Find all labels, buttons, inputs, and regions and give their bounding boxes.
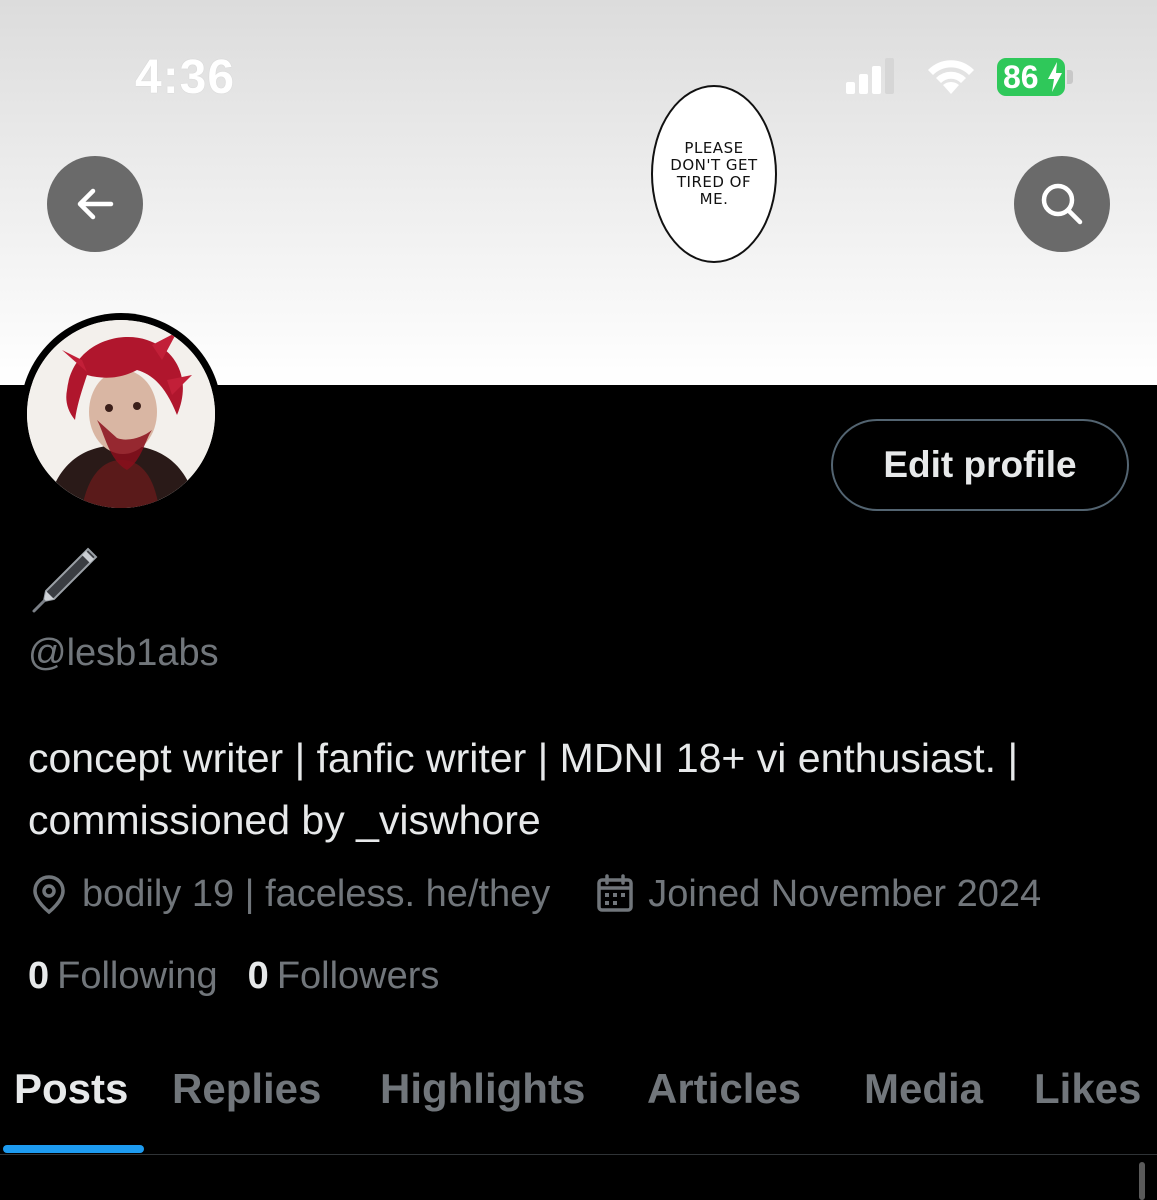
cellular-signal-icon [846, 58, 894, 94]
back-button[interactable] [47, 156, 143, 252]
follow-stats: 0 Following 0 Followers [28, 955, 439, 998]
pen-icon [32, 547, 98, 613]
active-tab-indicator [3, 1145, 144, 1153]
arrow-left-icon [77, 188, 114, 220]
tab-highlights[interactable]: Highlights [380, 1065, 585, 1113]
tab-articles[interactable]: Articles [647, 1065, 801, 1113]
banner-speech-bubble: PLEASE DON'T GET TIRED OF ME. [651, 85, 777, 263]
following-link[interactable]: 0 Following [28, 955, 218, 998]
followers-label: Followers [276, 955, 440, 997]
profile-tabs: Posts Replies Highlights Articles Media … [0, 1055, 1157, 1155]
following-label: Following [57, 955, 218, 997]
status-time: 4:36 [135, 51, 236, 104]
tabs-divider [0, 1154, 1157, 1155]
location-item: bodily 19 | faceless. he/they [28, 873, 550, 916]
scrollbar[interactable] [1139, 1162, 1145, 1200]
profile-handle: @lesb1abs [28, 632, 219, 674]
location-pin-icon [33, 875, 65, 915]
joined-text: Joined November 2024 [648, 872, 1042, 915]
profile-bio: concept writer | fanfic writer | MDNI 18… [28, 735, 1019, 843]
search-icon [1041, 183, 1083, 225]
speech-bubble-text: PLEASE DON'T GET TIRED OF ME. [670, 139, 758, 208]
location-text: bodily 19 | faceless. he/they [82, 872, 551, 915]
tab-media[interactable]: Media [864, 1065, 983, 1113]
avatar-illustration [27, 320, 215, 508]
charging-bolt-icon [1048, 62, 1062, 92]
tab-likes[interactable]: Likes [1034, 1065, 1141, 1113]
joined-item: Joined November 2024 [594, 873, 1041, 916]
wifi-icon [928, 60, 974, 94]
battery-level: 86 [1003, 58, 1039, 95]
tab-posts[interactable]: Posts [14, 1065, 128, 1113]
profile-meta: bodily 19 | faceless. he/they Joined Nov… [28, 870, 1041, 918]
battery-indicator: 86 [997, 58, 1077, 96]
followers-count: 0 [247, 955, 269, 997]
following-count: 0 [28, 955, 50, 997]
tab-replies[interactable]: Replies [172, 1065, 321, 1113]
profile-avatar[interactable] [20, 313, 222, 515]
edit-profile-button[interactable]: Edit profile [831, 419, 1129, 511]
followers-link[interactable]: 0 Followers [248, 955, 440, 998]
search-button[interactable] [1014, 156, 1110, 252]
calendar-icon [597, 874, 634, 912]
